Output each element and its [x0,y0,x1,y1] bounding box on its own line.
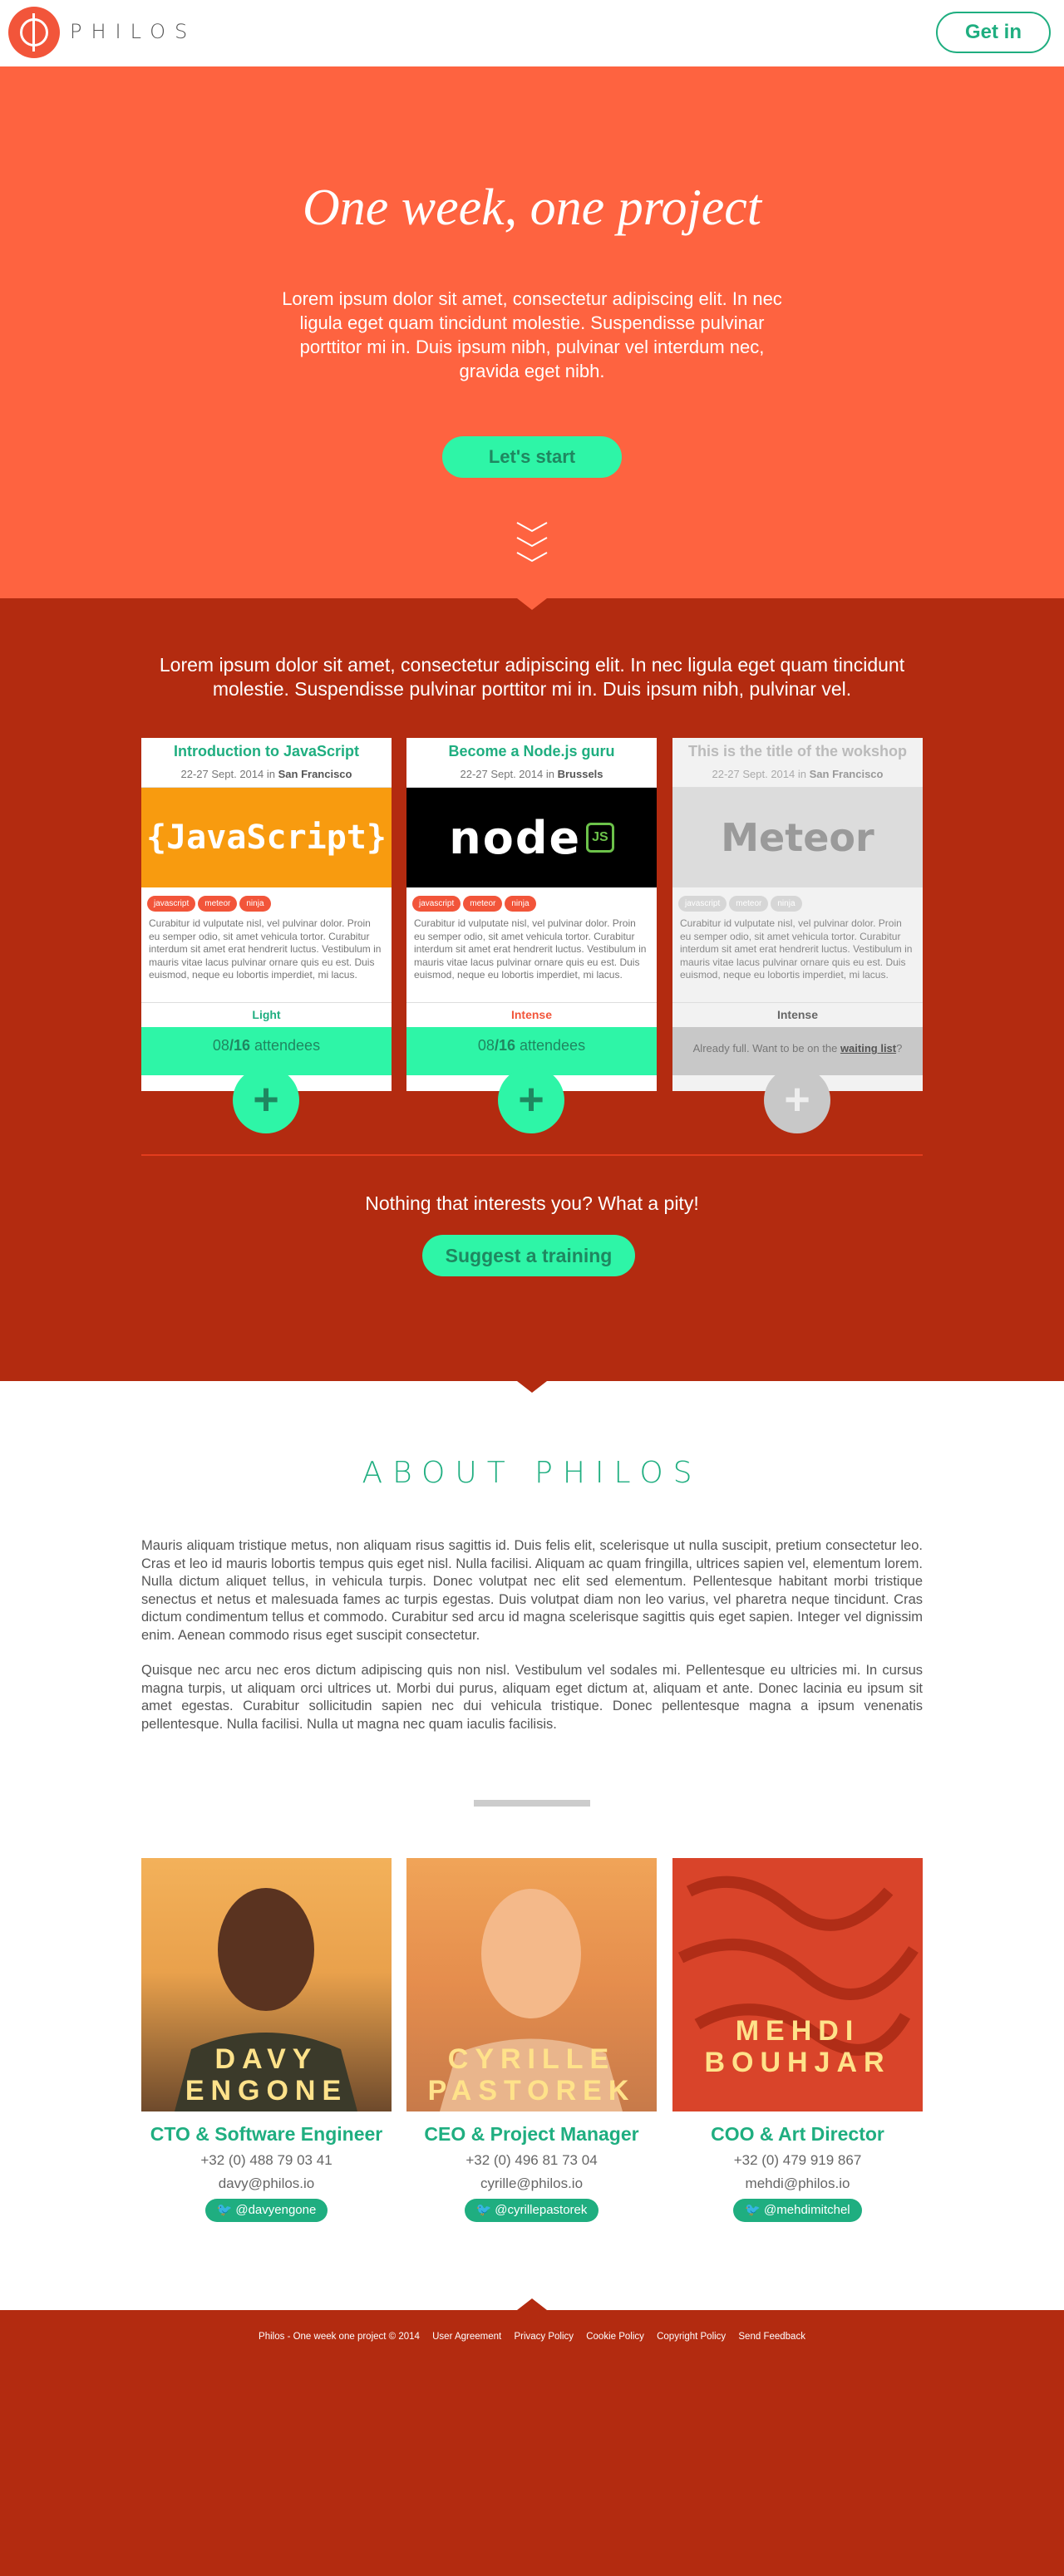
team-member: MEHDI BOUHJAR COO & Art Director +32 (0) … [672,1858,923,2222]
workshop-level: Light [141,1002,392,1027]
twitter-bird-icon: 🐦 [475,2203,492,2217]
footer-link-copyright-policy[interactable]: Copyright Policy [657,2332,726,2342]
footer-links: Philos - One week one project © 2014 Use… [0,2332,1064,2342]
hero-text: Lorem ipsum dolor sit amet, consectetur … [282,288,782,381]
scroll-down-chevron-icon[interactable] [514,519,550,568]
workshop-title[interactable]: Become a Node.js guru [406,738,657,763]
footer-link-cookie-policy[interactable]: Cookie Policy [586,2332,644,2342]
join-plus-button-disabled: + [764,1067,830,1133]
workshops-section: Lorem ipsum dolor sit amet, consectetur … [0,598,1064,1381]
about-paragraph: Mauris aliquam tristique metus, non aliq… [141,1538,923,1643]
hero-section: One week, one project Lorem ipsum dolor … [0,66,1064,598]
team-member: DAVY ENGONE CTO & Software Engineer +32 (… [141,1858,392,2222]
workshop-level: Intense [406,1002,657,1027]
about-paragraph: Quisque nec arcu nec eros dictum adipisc… [141,1663,923,1732]
member-name: CYRILLE PASTOREK [427,2043,636,2107]
member-role: CTO & Software Engineer [150,2123,383,2145]
workshop-date: 22-27 Sept. 2014 in Brussels [406,763,657,788]
footer-link-send-feedback[interactable]: Send Feedback [738,2332,805,2342]
tag[interactable]: ninja [505,896,536,912]
tag[interactable]: meteor [729,896,769,912]
workshop-card-full[interactable]: This is the title of the wokshop 22-27 S… [672,738,923,1133]
team-member: CYRILLE PASTOREK CEO & Project Manager +3… [406,1858,657,2222]
logo-text: PHILOS [70,20,197,43]
workshop-level: Intense [672,1002,923,1027]
member-role: CEO & Project Manager [424,2123,639,2145]
section-notch [517,598,547,610]
member-phone: +32 (0) 488 79 03 41 [200,2152,332,2168]
tag[interactable]: javascript [678,896,727,912]
tag[interactable]: javascript [412,896,461,912]
twitter-button[interactable]: 🐦 @davyengone [204,2199,328,2222]
nodejs-banner-image: node JS [406,788,657,887]
suggest-training-button[interactable]: Suggest a training [422,1235,635,1276]
member-email[interactable]: davy@philos.io [141,2175,392,2192]
hero-title: One week, one project [302,179,762,236]
workshop-description: Curabitur id vulputate nisl, vel pulvina… [680,917,913,981]
top-navbar: PHILOS Get in [0,0,1064,66]
workshop-description: Curabitur id vulputate nisl, vel pulvina… [414,917,647,981]
footer: Philos - One week one project © 2014 Use… [0,2310,1064,2576]
member-email[interactable]: cyrille@philos.io [406,2175,657,2192]
tag[interactable]: javascript [147,896,196,912]
section-notch [517,1381,547,1393]
workshop-title[interactable]: Introduction to JavaScript [141,738,392,763]
workshops-intro: Lorem ipsum dolor sit amet, consectetur … [159,654,905,700]
tag-list: javascript meteor ninja [672,887,923,914]
philos-logo-icon[interactable] [8,7,60,58]
twitter-button[interactable]: 🐦 @cyrillepastorek [464,2199,599,2222]
twitter-button[interactable]: 🐦 @mehdimitchel [733,2199,862,2222]
avatar: CYRILLE PASTOREK [406,1858,657,2111]
avatar: MEHDI BOUHJAR [672,1858,923,2111]
no-interest-text: Nothing that interests you? What a pity! [365,1192,699,1214]
waiting-list-link[interactable]: waiting list [840,1042,896,1054]
meteor-banner-image: Meteor [672,788,923,887]
tag[interactable]: meteor [463,896,503,912]
member-role: COO & Art Director [711,2123,884,2145]
join-plus-button[interactable]: + [233,1067,299,1133]
twitter-bird-icon: 🐦 [216,2203,233,2217]
section-notch [517,2298,547,2310]
footer-link-user-agreement[interactable]: User Agreement [432,2332,501,2342]
member-name: DAVY ENGONE [185,2043,348,2107]
workshop-title[interactable]: This is the title of the wokshop [672,738,923,763]
section-divider [141,1154,923,1156]
workshop-card[interactable]: Introduction to JavaScript 22-27 Sept. 2… [141,738,392,1133]
lets-start-button[interactable]: Let's start [442,436,622,478]
tag[interactable]: meteor [198,896,238,912]
member-name: MEHDI BOUHJAR [704,2015,891,2078]
avatar: DAVY ENGONE [141,1858,392,2111]
footer-link-privacy-policy[interactable]: Privacy Policy [514,2332,574,2342]
divider-bar [474,1800,590,1807]
member-phone: +32 (0) 496 81 73 04 [466,2152,598,2168]
tag-list: javascript meteor ninja [141,887,392,914]
footer-copyright: Philos - One week one project © 2014 [259,2332,420,2342]
tag[interactable]: ninja [771,896,802,912]
workshop-date: 22-27 Sept. 2014 in San Francisco [141,763,392,788]
tag[interactable]: ninja [239,896,271,912]
member-email[interactable]: mehdi@philos.io [672,2175,923,2192]
workshop-date: 22-27 Sept. 2014 in San Francisco [672,763,923,788]
tag-list: javascript meteor ninja [406,887,657,914]
join-plus-button[interactable]: + [498,1067,564,1133]
about-title: ABOUT PHILOS [362,1456,702,1490]
about-text: Mauris aliquam tristique metus, non aliq… [141,1537,923,1751]
get-in-button[interactable]: Get in [936,12,1051,53]
twitter-bird-icon: 🐦 [745,2203,761,2217]
javascript-banner-image: {JavaScript} [141,788,392,887]
member-phone: +32 (0) 479 919 867 [733,2152,862,2168]
workshop-description: Curabitur id vulputate nisl, vel pulvina… [149,917,382,981]
workshop-card[interactable]: Become a Node.js guru 22-27 Sept. 2014 i… [406,738,657,1133]
